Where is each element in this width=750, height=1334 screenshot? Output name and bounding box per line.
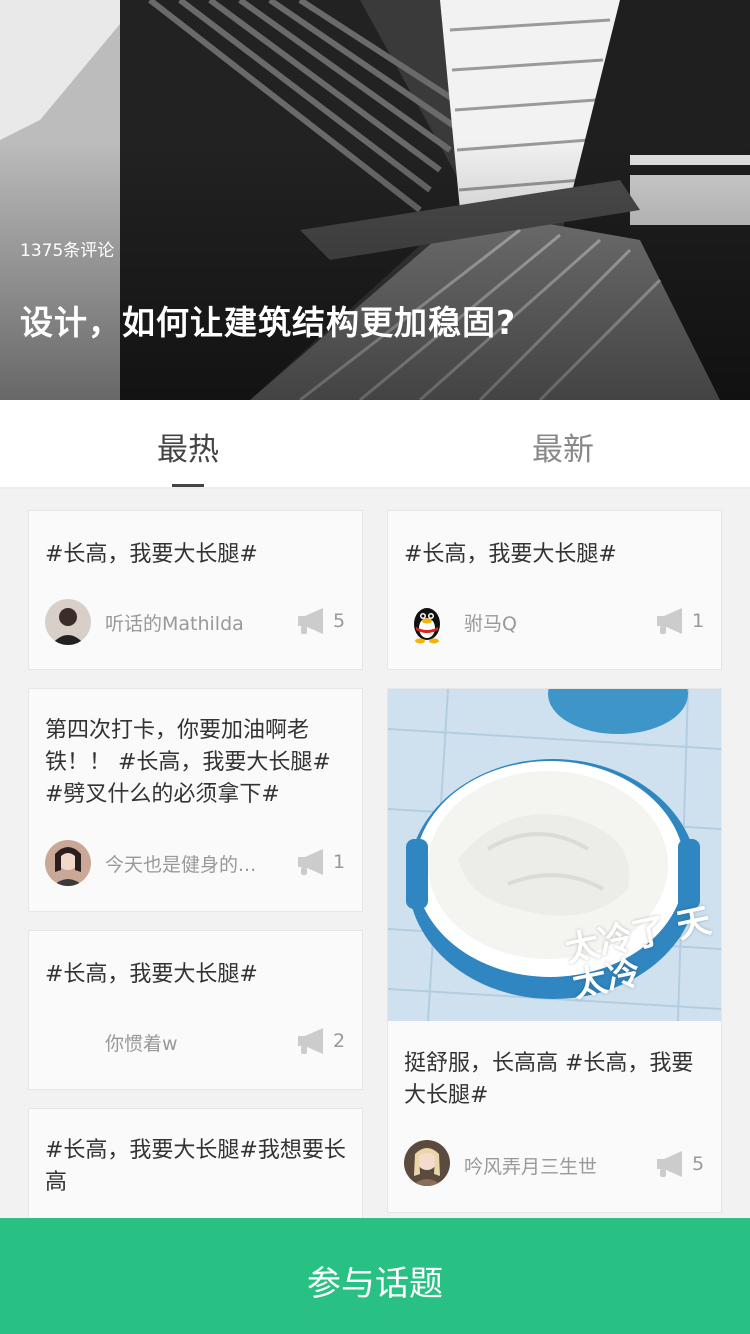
like-count: 5 [692, 1153, 705, 1175]
post-image[interactable]: 太冷了 天太冷 [388, 689, 721, 1021]
post-card[interactable]: #长高，我要大长腿# 听话的Mathilda 5 [28, 510, 363, 670]
join-topic-label: 参与话题 [307, 1264, 443, 1304]
post-text: 第四次打卡，你要加油啊老铁！！ #长高，我要大长腿# #劈叉什么的必须拿下# [45, 718, 331, 807]
avatar[interactable] [45, 840, 91, 886]
like-count: 5 [333, 610, 346, 632]
post-card[interactable]: 第四次打卡，你要加油啊老铁！！ #长高，我要大长腿# #劈叉什么的必须拿下# 今… [28, 688, 363, 912]
like-count: 1 [692, 610, 705, 632]
post-text: #长高，我要大长腿#我想要长高 [45, 1138, 346, 1195]
like-count: 1 [333, 851, 346, 873]
tab-hot[interactable]: 最热 [88, 424, 288, 469]
tab-latest[interactable]: 最新 [463, 424, 663, 469]
sort-tabs: 最热 最新 [0, 400, 750, 489]
post-card[interactable]: 太冷了 天太冷 挺舒服，长高高 #长高，我要大长腿# 吟风弄月三生世 5 [387, 688, 722, 1213]
like-count: 2 [333, 1030, 346, 1052]
topic-page: 1375条评论 设计，如何让建筑结构更加稳固? 最热 最新 #长高，我要大长腿#… [0, 0, 750, 1334]
active-tab-indicator [172, 484, 204, 487]
penguin-avatar[interactable] [404, 599, 450, 645]
post-card[interactable]: #长高，我要大长腿# 驸马Q 1 [387, 510, 722, 670]
post-text: #长高，我要大长腿# [404, 542, 617, 567]
post-text: #长高，我要大长腿# [45, 962, 258, 987]
megaphone-icon[interactable] [654, 606, 690, 636]
avatar[interactable] [404, 1140, 450, 1186]
post-text: 挺舒服，长高高 #长高，我要大长腿# [404, 1051, 694, 1108]
post-card[interactable]: #长高，我要大长腿# 你惯着w 2 [28, 930, 363, 1090]
author-name[interactable]: 驸马Q [464, 609, 517, 636]
comment-count: 1375条评论 [20, 241, 115, 261]
avatar[interactable] [45, 599, 91, 645]
join-topic-button[interactable]: 参与话题 [0, 1218, 750, 1334]
megaphone-icon[interactable] [654, 1149, 690, 1179]
author-name[interactable]: 吟风弄月三生世 [464, 1152, 597, 1179]
post-text: #长高，我要大长腿# [45, 542, 258, 567]
avatar[interactable] [45, 1019, 91, 1065]
author-name[interactable]: 听话的Mathilda [105, 609, 244, 636]
megaphone-icon[interactable] [295, 1026, 331, 1056]
author-name[interactable]: 今天也是健身的... [105, 850, 256, 877]
megaphone-icon[interactable] [295, 847, 331, 877]
megaphone-icon[interactable] [295, 606, 331, 636]
hero-banner: 1375条评论 设计，如何让建筑结构更加稳固? [0, 0, 750, 400]
topic-title: 设计，如何让建筑结构更加稳固? [20, 303, 517, 342]
author-name[interactable]: 你惯着w [105, 1029, 178, 1056]
